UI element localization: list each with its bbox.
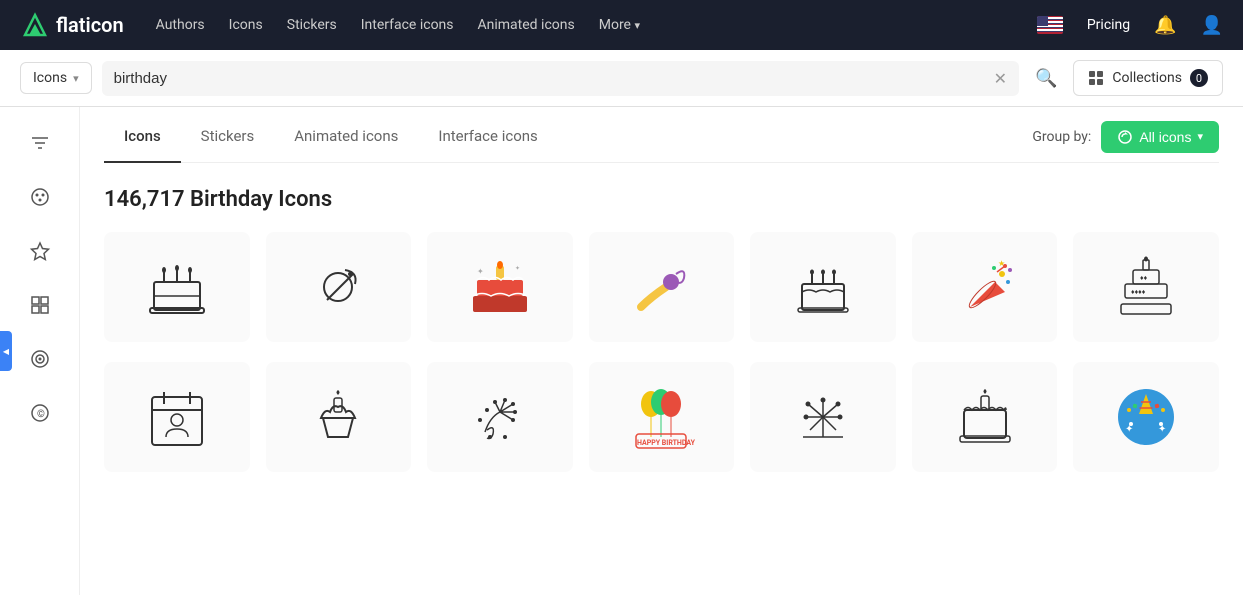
icon-card[interactable]	[912, 362, 1058, 472]
search-input[interactable]	[114, 70, 986, 87]
party-popper-icon: ★	[950, 252, 1020, 322]
collections-label: Collections	[1112, 70, 1182, 86]
sidebar-item-copyright[interactable]: ©	[16, 389, 64, 437]
icon-card[interactable]	[750, 232, 896, 342]
collections-grid-icon	[1088, 70, 1104, 86]
birthday-cupcake-icon	[303, 382, 373, 452]
svg-text:✦: ✦	[515, 265, 520, 272]
icon-card[interactable]: ✦ ✦	[427, 232, 573, 342]
birthday-calendar-icon	[142, 382, 212, 452]
bell-icon[interactable]: 🔔	[1154, 15, 1176, 36]
sidebar: © ◀	[0, 107, 80, 595]
nav-animated-icons[interactable]: Animated icons	[478, 17, 575, 33]
icon-card[interactable]: ♦♦ ♦♦♦♦	[1073, 232, 1219, 342]
svg-text:HAPPY BIRTHDAY: HAPPY BIRTHDAY	[637, 439, 696, 447]
tab-interface-icons[interactable]: Interface icons	[418, 111, 557, 163]
content-area: Icons Stickers Animated icons Interface …	[80, 107, 1243, 595]
birthday-circle-icon: ✦ ✦	[1111, 382, 1181, 452]
collections-count: 0	[1190, 69, 1208, 87]
main-wrapper: © ◀ Icons Stickers Animated icons Interf…	[0, 107, 1243, 595]
filter-icon	[29, 132, 51, 154]
logo-text: flaticon	[56, 13, 124, 37]
target-icon	[29, 348, 51, 370]
tabs-row: Icons Stickers Animated icons Interface …	[104, 107, 1219, 163]
search-type-label: Icons	[33, 70, 67, 86]
collections-button[interactable]: Collections 0	[1073, 60, 1223, 96]
icon-card[interactable]: ★	[912, 232, 1058, 342]
sidebar-item-style[interactable]	[16, 173, 64, 221]
icon-card[interactable]: ✦ ✦	[1073, 362, 1219, 472]
icon-card[interactable]	[104, 362, 250, 472]
nav-authors[interactable]: Authors	[156, 17, 205, 33]
all-icons-refresh-icon	[1117, 129, 1133, 145]
svg-text:✦: ✦	[477, 267, 484, 276]
tab-animated-icons[interactable]: Animated icons	[274, 111, 418, 163]
fireworks-sparkle-icon	[788, 382, 858, 452]
icon-card[interactable]	[266, 232, 412, 342]
all-icons-chevron: ▾	[1197, 130, 1203, 143]
page-title: 146,717 Birthday Icons	[104, 163, 1219, 232]
pricing-link[interactable]: Pricing	[1087, 17, 1130, 33]
icon-card[interactable]	[427, 362, 573, 472]
svg-text:♦♦: ♦♦	[1140, 274, 1148, 282]
flag-icon[interactable]	[1037, 16, 1063, 34]
all-icons-button[interactable]: All icons ▾	[1101, 121, 1219, 153]
tiered-cake-icon: ♦♦ ♦♦♦♦	[1111, 252, 1181, 322]
icons-grid-row2: HAPPY BIRTHDAY	[104, 362, 1219, 496]
palette-icon	[29, 186, 51, 208]
nav-icons[interactable]: Icons	[229, 17, 263, 33]
nav-stickers[interactable]: Stickers	[287, 17, 337, 33]
nav-more[interactable]: More ▾	[599, 17, 640, 33]
svg-text:✦: ✦	[1158, 424, 1166, 435]
confetti-burst-icon	[465, 382, 535, 452]
logo[interactable]: flaticon	[20, 11, 124, 39]
group-by-area: Group by: All icons ▾	[1032, 121, 1219, 153]
tab-stickers[interactable]: Stickers	[181, 111, 275, 163]
svg-text:♦♦♦♦: ♦♦♦♦	[1131, 288, 1146, 296]
grid-icon	[29, 294, 51, 316]
sidebar-item-filter[interactable]	[16, 119, 64, 167]
search-bar: Icons ▾ ✕ 🔍 Collections 0	[0, 50, 1243, 107]
sidebar-item-target[interactable]	[16, 335, 64, 383]
nav-interface-icons[interactable]: Interface icons	[361, 17, 454, 33]
search-button[interactable]: 🔍	[1029, 62, 1063, 95]
logo-icon	[20, 11, 50, 39]
user-icon[interactable]: 👤	[1201, 15, 1223, 36]
group-by-label: Group by:	[1032, 129, 1091, 145]
tab-icons[interactable]: Icons	[104, 111, 181, 163]
happy-birthday-balloons-icon: HAPPY BIRTHDAY	[626, 382, 696, 452]
sidebar-item-grid[interactable]	[16, 281, 64, 329]
star-icon	[29, 240, 51, 262]
svg-text:★: ★	[998, 259, 1005, 268]
clear-icon[interactable]: ✕	[994, 69, 1007, 88]
party-blower-icon	[626, 252, 696, 322]
copyright-icon: ©	[29, 402, 51, 424]
sidebar-collapse-tab[interactable]: ◀	[0, 331, 12, 371]
all-icons-label: All icons	[1139, 129, 1191, 145]
icons-grid: ✦ ✦	[104, 232, 1219, 362]
sidebar-item-favorites[interactable]	[16, 227, 64, 275]
icon-card[interactable]	[750, 362, 896, 472]
svg-text:©: ©	[37, 408, 45, 420]
search-input-wrapper: ✕	[102, 61, 1019, 96]
icon-card[interactable]	[266, 362, 412, 472]
top-nav: flaticon Authors Icons Stickers Interfac…	[0, 0, 1243, 50]
search-type-selector[interactable]: Icons ▾	[20, 62, 92, 94]
icon-card[interactable]	[589, 232, 735, 342]
birthday-cake-outline-icon	[142, 252, 212, 322]
collapse-arrow-icon: ◀	[3, 347, 9, 356]
birthday-cake-color-icon: ✦ ✦	[465, 252, 535, 322]
svg-text:✦: ✦	[1125, 424, 1133, 435]
more-arrow-icon: ▾	[634, 19, 640, 32]
icon-card[interactable]	[104, 232, 250, 342]
cake-single-candle-icon	[950, 382, 1020, 452]
icon-card[interactable]: HAPPY BIRTHDAY	[589, 362, 735, 472]
party-horn-icon	[303, 252, 373, 322]
type-chevron-icon: ▾	[73, 72, 79, 85]
birthday-cake-simple-icon	[788, 252, 858, 322]
